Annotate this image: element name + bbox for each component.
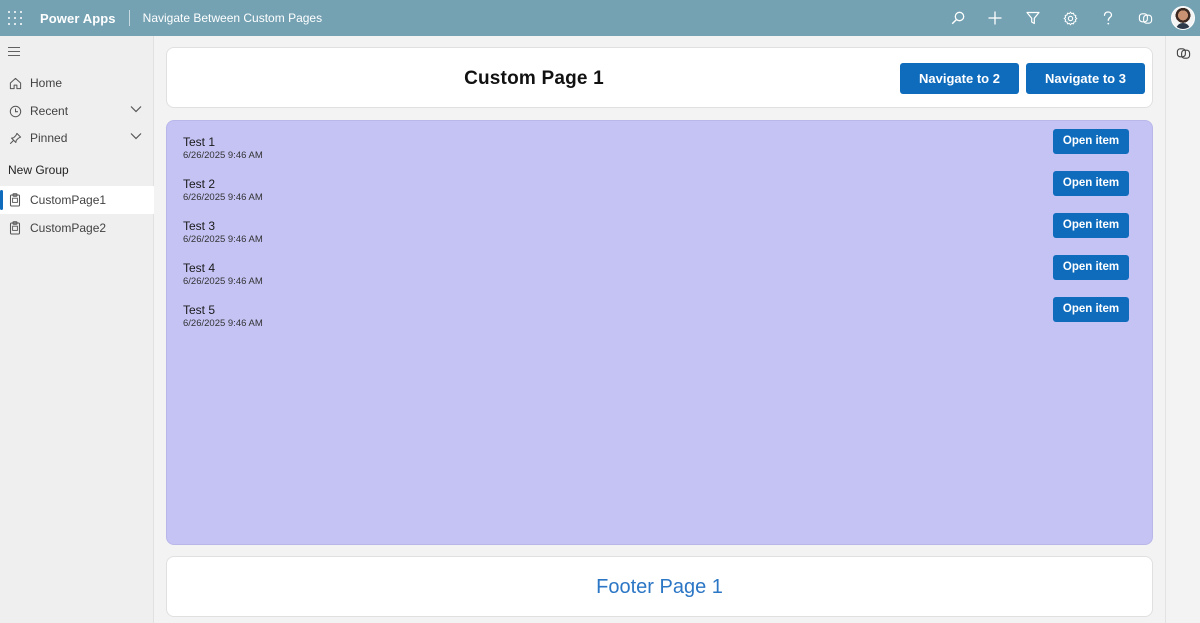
search-button[interactable] — [939, 0, 977, 36]
search-icon — [951, 11, 965, 25]
app-name[interactable]: Power Apps — [40, 11, 116, 26]
title-divider — [128, 10, 130, 26]
help-button[interactable] — [1089, 0, 1127, 36]
list-item[interactable]: Test 4 6/26/2025 9:46 AM Open item — [167, 255, 1152, 303]
page-title: Custom Page 1 — [464, 68, 604, 89]
new-button[interactable] — [977, 0, 1015, 36]
open-item-button[interactable]: Open item — [1053, 255, 1129, 280]
open-item-button[interactable]: Open item — [1053, 129, 1129, 154]
home-icon — [9, 77, 21, 89]
sidebar-item-home[interactable]: Home — [0, 69, 154, 97]
item-title: Test 3 — [183, 219, 216, 233]
open-item-button[interactable]: Open item — [1053, 171, 1129, 196]
left-navigation: Home Recent Pinned New Group CustomPage1… — [0, 36, 154, 623]
navigate-to-2-button[interactable]: Navigate to 2 — [900, 63, 1019, 94]
copilot-button[interactable] — [1127, 0, 1165, 36]
sidebar-item-custompage1[interactable]: CustomPage1 — [0, 186, 154, 214]
clock-icon — [9, 105, 21, 117]
item-title: Test 2 — [183, 177, 216, 191]
chevron-down-icon[interactable] — [130, 132, 142, 140]
waffle-icon — [8, 11, 22, 25]
settings-button[interactable] — [1052, 0, 1090, 36]
sidebar-item-label: CustomPage1 — [30, 193, 107, 207]
list-item[interactable]: Test 5 6/26/2025 9:46 AM Open item — [167, 297, 1152, 345]
filter-button[interactable] — [1014, 0, 1052, 36]
sidebar-item-label: Pinned — [30, 131, 68, 145]
open-item-button[interactable]: Open item — [1053, 297, 1129, 322]
pin-icon — [9, 132, 21, 144]
list-item[interactable]: Test 2 6/26/2025 9:46 AM Open item — [167, 171, 1152, 219]
page-icon — [9, 221, 21, 235]
list-item[interactable]: Test 1 6/26/2025 9:46 AM Open item — [167, 129, 1152, 177]
sidebar-item-pinned[interactable]: Pinned — [0, 124, 154, 152]
sidebar-item-label: Recent — [30, 104, 69, 118]
items-gallery: Test 1 6/26/2025 9:46 AM Open item Test … — [166, 120, 1153, 545]
copilot-icon — [1138, 12, 1152, 24]
app-title: Navigate Between Custom Pages — [142, 11, 323, 25]
settings-icon — [1063, 11, 1078, 25]
item-date: 6/26/2025 9:46 AM — [183, 150, 263, 161]
item-title: Test 4 — [183, 261, 216, 275]
sidebar-item-recent[interactable]: Recent — [0, 97, 154, 125]
copilot-icon[interactable] — [1176, 46, 1191, 61]
item-date: 6/26/2025 9:46 AM — [183, 318, 263, 329]
sidebar-item-label: Home — [30, 76, 63, 90]
nav-group-label: New Group — [8, 163, 69, 177]
page-icon — [9, 193, 21, 207]
item-date: 6/26/2025 9:46 AM — [183, 192, 263, 203]
item-date: 6/26/2025 9:46 AM — [183, 234, 263, 245]
hamburger-menu-icon[interactable] — [8, 47, 20, 57]
sidebar-item-label: CustomPage2 — [30, 221, 107, 235]
filter-icon — [1026, 11, 1040, 25]
chevron-down-icon[interactable] — [130, 105, 142, 113]
avatar[interactable] — [1171, 6, 1195, 30]
footer-container: Footer Page 1 — [166, 556, 1153, 617]
sidebar-item-custompage2[interactable]: CustomPage2 — [0, 214, 154, 242]
item-title: Test 5 — [183, 303, 216, 317]
open-item-button[interactable]: Open item — [1053, 213, 1129, 238]
top-bar: Power Apps Navigate Between Custom Pages — [0, 0, 1200, 36]
right-rail — [1165, 36, 1200, 623]
header-container: Custom Page 1 Navigate to 2 Navigate to … — [166, 47, 1153, 108]
list-item[interactable]: Test 3 6/26/2025 9:46 AM Open item — [167, 213, 1152, 261]
navigate-to-3-button[interactable]: Navigate to 3 — [1026, 63, 1145, 94]
top-icon-bar — [939, 0, 1200, 36]
app-launcher-button[interactable] — [0, 0, 30, 36]
item-title: Test 1 — [183, 135, 216, 149]
item-date: 6/26/2025 9:46 AM — [183, 276, 263, 287]
footer-text: Footer Page 1 — [596, 576, 723, 598]
add-icon — [988, 11, 1002, 25]
help-icon — [1103, 10, 1112, 24]
